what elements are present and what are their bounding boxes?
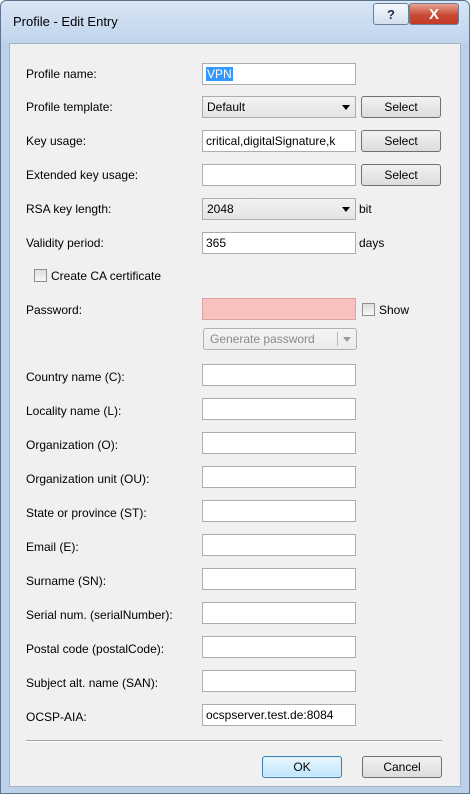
key-usage-input[interactable]: critical,digitalSignature,k: [202, 130, 356, 152]
profile-template-select-label: Select: [384, 100, 418, 114]
validity-period-unit: days: [359, 236, 385, 250]
extended-key-usage-select-button[interactable]: Select: [361, 164, 441, 186]
surname-label: Surname (SN):: [26, 574, 107, 588]
state-input[interactable]: [202, 500, 356, 522]
close-icon: X: [428, 5, 439, 23]
validity-period-label: Validity period:: [26, 236, 104, 250]
title-bar[interactable]: Profile - Edit Entry ? X: [1, 1, 469, 43]
serial-input[interactable]: [202, 602, 356, 624]
show-password-label: Show: [379, 303, 410, 317]
validity-period-value: 365: [206, 236, 227, 250]
profile-template-label: Profile template:: [26, 100, 113, 114]
org-unit-label: Organization unit (OU):: [26, 472, 150, 486]
surname-input[interactable]: [202, 568, 356, 590]
validity-period-input[interactable]: 365: [202, 232, 356, 254]
close-button[interactable]: X: [409, 3, 459, 25]
extended-key-usage-label: Extended key usage:: [26, 168, 139, 182]
dialog-window: Profile - Edit Entry ? X Profile name: V…: [0, 0, 470, 794]
password-label: Password:: [26, 303, 83, 317]
password-input[interactable]: [202, 298, 356, 320]
ocsp-value: ocspserver.test.de:8084: [206, 708, 334, 722]
dialog-title: Profile - Edit Entry: [13, 14, 118, 29]
key-usage-select-button[interactable]: Select: [361, 130, 441, 152]
organization-label: Organization (O):: [26, 438, 119, 452]
chevron-down-icon: [343, 337, 351, 342]
cancel-button[interactable]: Cancel: [362, 756, 442, 778]
rsa-key-length-select[interactable]: 2048: [202, 198, 356, 220]
ocsp-input[interactable]: ocspserver.test.de:8084: [202, 704, 356, 726]
profile-name-input[interactable]: VPN: [202, 63, 356, 85]
chevron-down-icon: [342, 105, 350, 110]
locality-label: Locality name (L):: [26, 404, 122, 418]
extended-key-usage-input[interactable]: [202, 164, 356, 186]
email-input[interactable]: [202, 534, 356, 556]
serial-label: Serial num. (serialNumber):: [26, 608, 173, 622]
country-input[interactable]: [202, 364, 356, 386]
postal-input[interactable]: [202, 636, 356, 658]
split-divider: [337, 332, 338, 346]
show-password-checkbox[interactable]: [362, 303, 375, 316]
state-label: State or province (ST):: [26, 506, 147, 520]
key-usage-label: Key usage:: [26, 134, 87, 148]
create-ca-checkbox[interactable]: [34, 269, 47, 282]
generate-password-button[interactable]: Generate password: [203, 328, 357, 350]
san-label: Subject alt. name (SAN):: [26, 676, 159, 690]
org-unit-input[interactable]: [202, 466, 356, 488]
rsa-key-length-value: 2048: [207, 202, 234, 216]
profile-template-value: Default: [207, 100, 246, 114]
profile-template-select-button[interactable]: Select: [361, 96, 441, 118]
cancel-label: Cancel: [383, 760, 421, 774]
locality-input[interactable]: [202, 398, 356, 420]
key-usage-value: critical,digitalSignature,k: [206, 134, 336, 148]
chevron-down-icon: [342, 207, 350, 212]
help-button[interactable]: ?: [373, 3, 409, 25]
generate-password-label: Generate password: [210, 332, 315, 346]
profile-template-select[interactable]: Default: [202, 96, 356, 118]
email-label: Email (E):: [26, 540, 79, 554]
ok-label: OK: [293, 760, 311, 774]
extended-key-usage-select-label: Select: [384, 168, 418, 182]
ok-button[interactable]: OK: [262, 756, 342, 778]
rsa-key-length-unit: bit: [359, 202, 372, 216]
profile-name-value: VPN: [206, 67, 233, 81]
postal-label: Postal code (postalCode):: [26, 642, 165, 656]
profile-name-label: Profile name:: [26, 67, 97, 81]
organization-input[interactable]: [202, 432, 356, 454]
key-usage-select-label: Select: [384, 134, 418, 148]
san-input[interactable]: [202, 670, 356, 692]
country-label: Country name (C):: [26, 370, 125, 384]
create-ca-label: Create CA certificate: [51, 269, 162, 283]
rsa-key-length-label: RSA key length:: [26, 202, 112, 216]
footer-divider-highlight: [26, 741, 442, 742]
ocsp-label: OCSP-AIA:: [26, 710, 87, 724]
help-icon: ?: [387, 6, 395, 22]
